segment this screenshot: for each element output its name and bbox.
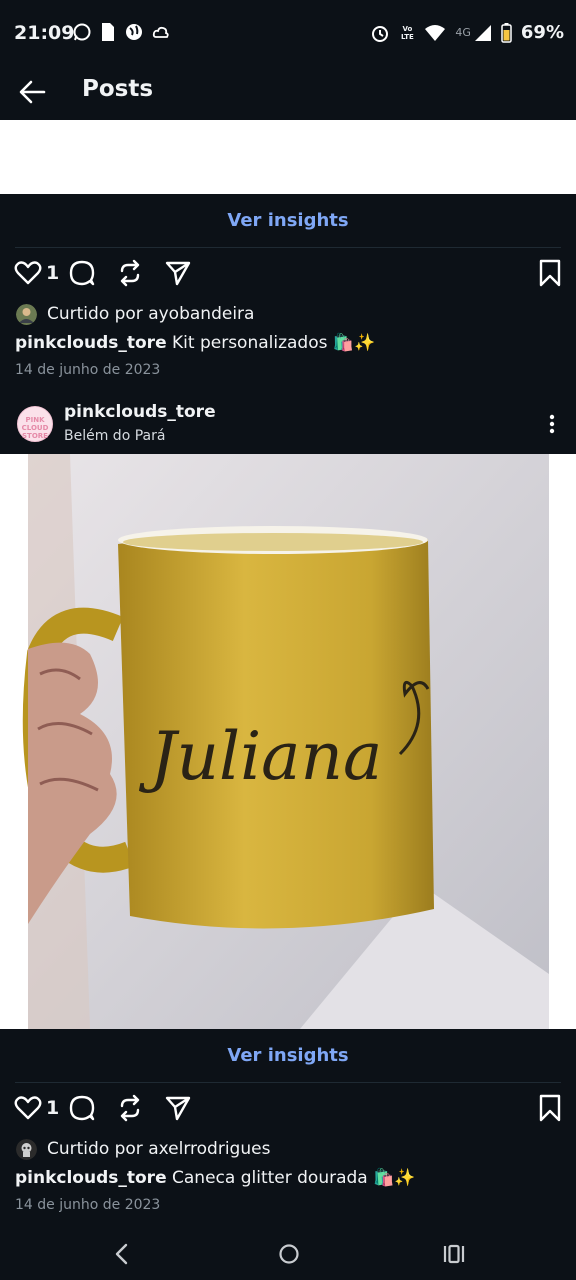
app-bar: Posts (0, 64, 576, 120)
post-username[interactable]: pinkclouds_tore (64, 402, 216, 422)
volte-label: Vo LTE (400, 24, 414, 41)
avatar-logo-text: PINK CLOUD STORE (21, 416, 49, 440)
wifi-icon (425, 24, 446, 41)
caption-username[interactable]: pinkclouds_tore (15, 1168, 167, 1188)
signal-icon (474, 24, 491, 41)
status-time: 21:09 (14, 22, 75, 44)
caption-text: Kit personalizados 🛍️✨ (166, 333, 376, 353)
alarm-icon (372, 25, 389, 42)
caption-username[interactable]: pinkclouds_tore (15, 333, 167, 353)
bookmark-icon[interactable] (538, 1094, 562, 1122)
status-right-icons: Vo LTE 4G 69% (370, 22, 564, 43)
profile-avatar[interactable]: PINK CLOUD STORE (17, 406, 53, 442)
notification-icons (72, 22, 170, 42)
divider (15, 1082, 561, 1083)
battery-percent: 69% (520, 22, 564, 43)
repost-icon[interactable] (116, 259, 144, 287)
liked-by-row[interactable]: Curtido por ayobandeira (16, 300, 254, 328)
globe-icon (126, 24, 142, 40)
network-type: 4G (455, 26, 471, 39)
repost-icon[interactable] (116, 1094, 144, 1122)
like-count: 1 (46, 262, 60, 284)
caption-text: Caneca glitter dourada 🛍️✨ (166, 1168, 416, 1188)
liked-by-row[interactable]: Curtido por axelrrodrigues (16, 1135, 270, 1163)
post-caption: pinkclouds_tore Caneca glitter dourada 🛍… (15, 1168, 415, 1188)
cloud-icon (152, 26, 169, 38)
file-icon (102, 23, 114, 41)
back-arrow-icon[interactable] (16, 76, 48, 108)
page-title: Posts (82, 76, 154, 102)
liker-avatar (16, 1138, 37, 1160)
liker-avatar (16, 303, 37, 325)
heart-icon[interactable] (14, 259, 42, 287)
battery-icon (501, 22, 512, 43)
previous-post-image[interactable] (0, 120, 576, 194)
more-options-icon[interactable] (542, 412, 562, 436)
status-bar: 21:09 Vo LTE 4G 69% (0, 0, 576, 64)
like-count: 1 (46, 1097, 60, 1119)
mug-photo: Juliana (22, 454, 549, 1029)
nav-home-icon[interactable] (277, 1242, 301, 1266)
bookmark-icon[interactable] (538, 259, 562, 287)
view-insights-link[interactable]: Ver insights (0, 210, 576, 231)
system-nav-bar (0, 1228, 576, 1280)
post-location[interactable]: Belém do Pará (64, 428, 165, 444)
post-actions: 1 (14, 1094, 562, 1126)
liked-by-text: Curtido por ayobandeira (47, 304, 255, 324)
mug-name-text: Juliana (138, 718, 382, 795)
post-image[interactable]: Juliana (0, 454, 576, 1029)
post-caption: pinkclouds_tore Kit personalizados 🛍️✨ (15, 333, 375, 353)
post-date: 14 de junho de 2023 (15, 1197, 161, 1213)
nav-back-icon[interactable] (112, 1242, 132, 1266)
share-icon[interactable] (164, 1094, 192, 1122)
comment-icon[interactable] (68, 259, 96, 287)
divider (15, 247, 561, 248)
whatsapp-icon (73, 23, 91, 41)
share-icon[interactable] (164, 259, 192, 287)
view-insights-link[interactable]: Ver insights (0, 1045, 576, 1066)
post-date: 14 de junho de 2023 (15, 362, 161, 378)
liked-by-text: Curtido por axelrrodrigues (47, 1139, 271, 1159)
post-header: PINK CLOUD STORE pinkclouds_tore Belém d… (0, 398, 576, 454)
comment-icon[interactable] (68, 1094, 96, 1122)
heart-icon[interactable] (14, 1094, 42, 1122)
post-actions: 1 (14, 259, 562, 291)
nav-recents-icon[interactable] (442, 1242, 466, 1266)
